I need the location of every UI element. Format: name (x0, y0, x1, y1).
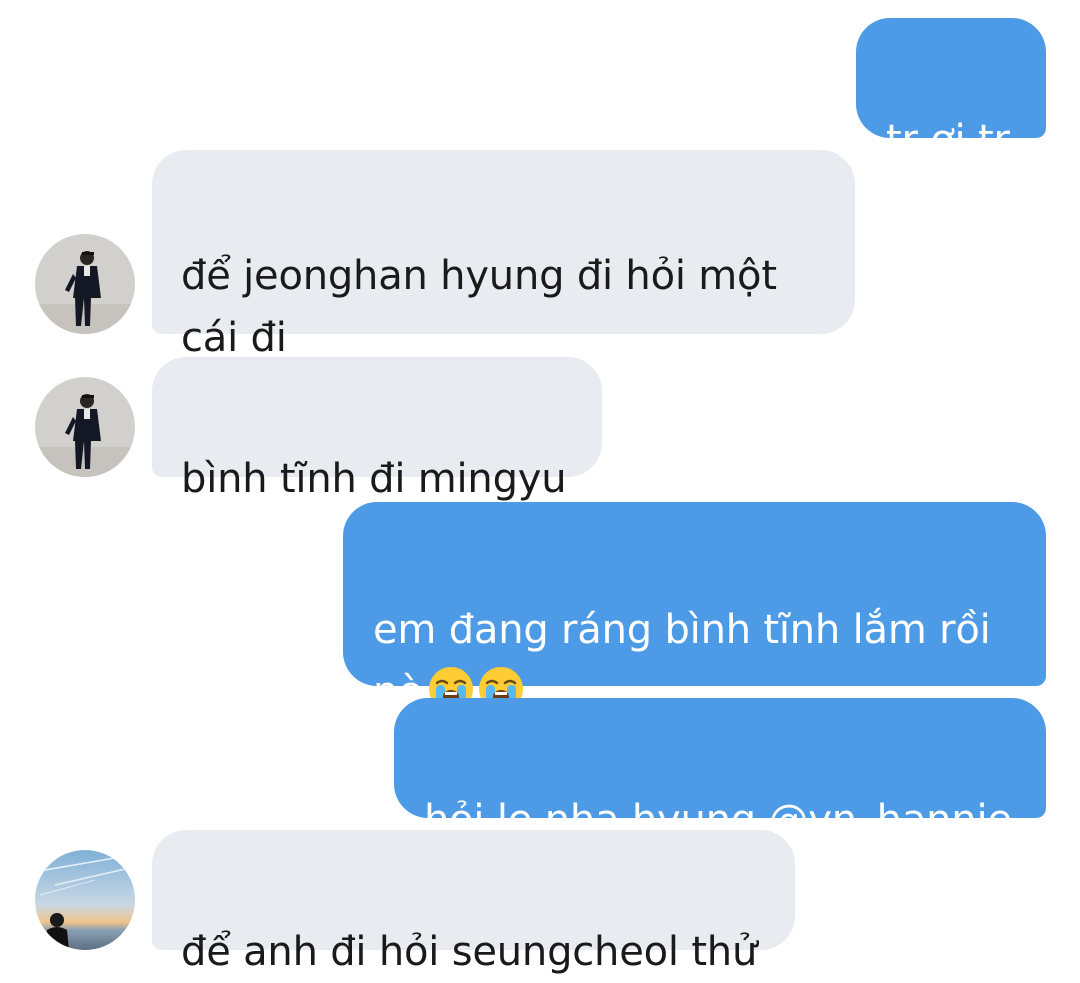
message-text: bình tĩnh đi mingyu (181, 456, 567, 502)
message-bubble-sent[interactable]: hỏi lẹ nha hyung @yn_hannie (394, 698, 1046, 843)
message-bubble-sent[interactable]: em đang ráng bình tĩnh lắm rồi nè (343, 502, 1046, 715)
avatar[interactable] (35, 850, 135, 950)
message-bubble-received[interactable]: bình tĩnh đi mingyu (152, 357, 602, 502)
avatar[interactable] (35, 377, 135, 477)
message-bubble-sent[interactable]: tr ơi tr (856, 18, 1046, 163)
message-text: để jeonghan hyung đi hỏi một cái đi (181, 253, 777, 361)
avatar[interactable] (35, 234, 135, 334)
message-bubble-received[interactable]: để anh đi hỏi seungcheol thử (152, 830, 795, 975)
message-text: để anh đi hỏi seungcheol thử (181, 929, 758, 975)
message-text: tr ơi tr (886, 117, 1010, 163)
message-bubble-received[interactable]: để jeonghan hyung đi hỏi một cái đi (152, 150, 855, 361)
